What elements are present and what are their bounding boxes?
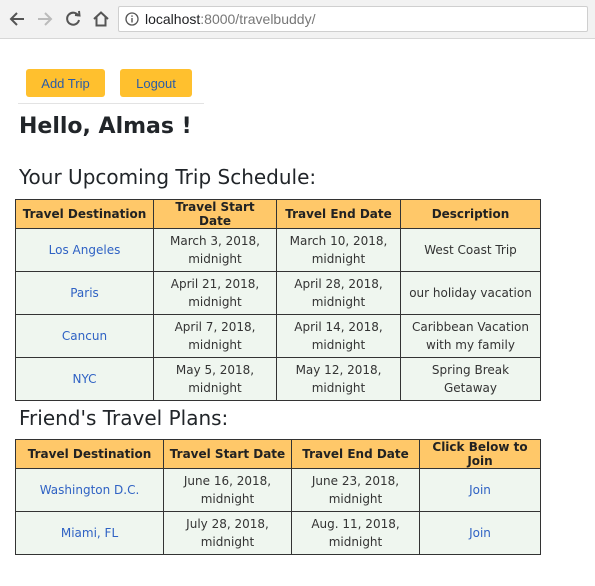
column-header: Travel Start Date [163, 439, 292, 469]
table-row: Los Angeles March 3, 2018, midnight Marc… [15, 228, 541, 272]
join-link[interactable]: Join [419, 468, 541, 512]
end-date: March 10, 2018, midnight [276, 228, 401, 272]
column-header: Description [400, 199, 541, 229]
description: our holiday vacation [400, 271, 541, 315]
back-arrow-icon[interactable] [6, 8, 28, 30]
home-icon[interactable] [90, 8, 112, 30]
table-row: Cancun April 7, 2018, midnight April 14,… [15, 314, 541, 358]
greeting-heading: Hello, Almas ! [19, 114, 192, 139]
table-row: NYC May 5, 2018, midnight May 12, 2018, … [15, 357, 541, 401]
table-row: Washington D.C. June 16, 2018, midnight … [15, 468, 541, 512]
destination-link[interactable]: NYC [15, 357, 154, 401]
end-date: June 23, 2018, midnight [291, 468, 420, 512]
column-header: Travel Destination [15, 199, 154, 229]
table-row: Miami, FL July 28, 2018, midnight Aug. 1… [15, 511, 541, 555]
start-date: April 21, 2018, midnight [153, 271, 277, 315]
friends-table: Travel Destination Travel Start Date Tra… [15, 439, 541, 555]
column-header: Travel End Date [276, 199, 401, 229]
description: Spring Break Getaway [400, 357, 541, 401]
description: Caribbean Vacation with my family [400, 314, 541, 358]
join-link[interactable]: Join [419, 511, 541, 555]
column-header: Travel End Date [291, 439, 420, 469]
forward-arrow-icon[interactable] [34, 8, 56, 30]
browser-toolbar: localhost:8000/travelbuddy/ [0, 0, 595, 39]
url-path: :8000/travelbuddy/ [200, 11, 316, 27]
end-date: Aug. 11, 2018, midnight [291, 511, 420, 555]
start-date: April 7, 2018, midnight [153, 314, 277, 358]
start-date: July 28, 2018, midnight [163, 511, 292, 555]
url-host: localhost [145, 11, 201, 27]
start-date: June 16, 2018, midnight [163, 468, 292, 512]
url-text: localhost:8000/travelbuddy/ [145, 11, 315, 27]
destination-link[interactable]: Los Angeles [15, 228, 154, 272]
reload-icon[interactable] [62, 8, 84, 30]
end-date: May 12, 2018, midnight [276, 357, 401, 401]
schedule-title: Your Upcoming Trip Schedule: [19, 165, 317, 189]
end-date: April 28, 2018, midnight [276, 271, 401, 315]
logout-button[interactable]: Logout [120, 69, 192, 97]
column-header: Click Below to Join [419, 439, 541, 469]
add-trip-button[interactable]: Add Trip [26, 69, 105, 97]
column-header: Travel Destination [15, 439, 164, 469]
divider [18, 103, 204, 104]
end-date: April 14, 2018, midnight [276, 314, 401, 358]
column-header: Travel Start Date [153, 199, 277, 229]
destination-link[interactable]: Cancun [15, 314, 154, 358]
start-date: May 5, 2018, midnight [153, 357, 277, 401]
table-row: Paris April 21, 2018, midnight April 28,… [15, 271, 541, 315]
friends-title: Friend's Travel Plans: [19, 406, 229, 430]
destination-link[interactable]: Washington D.C. [15, 468, 164, 512]
table-header-row: Travel Destination Travel Start Date Tra… [15, 199, 541, 229]
table-header-row: Travel Destination Travel Start Date Tra… [15, 439, 541, 469]
start-date: March 3, 2018, midnight [153, 228, 277, 272]
destination-link[interactable]: Miami, FL [15, 511, 164, 555]
address-bar[interactable]: localhost:8000/travelbuddy/ [118, 6, 588, 32]
description: West Coast Trip [400, 228, 541, 272]
destination-link[interactable]: Paris [15, 271, 154, 315]
schedule-table: Travel Destination Travel Start Date Tra… [15, 199, 541, 401]
info-icon[interactable] [125, 12, 139, 26]
